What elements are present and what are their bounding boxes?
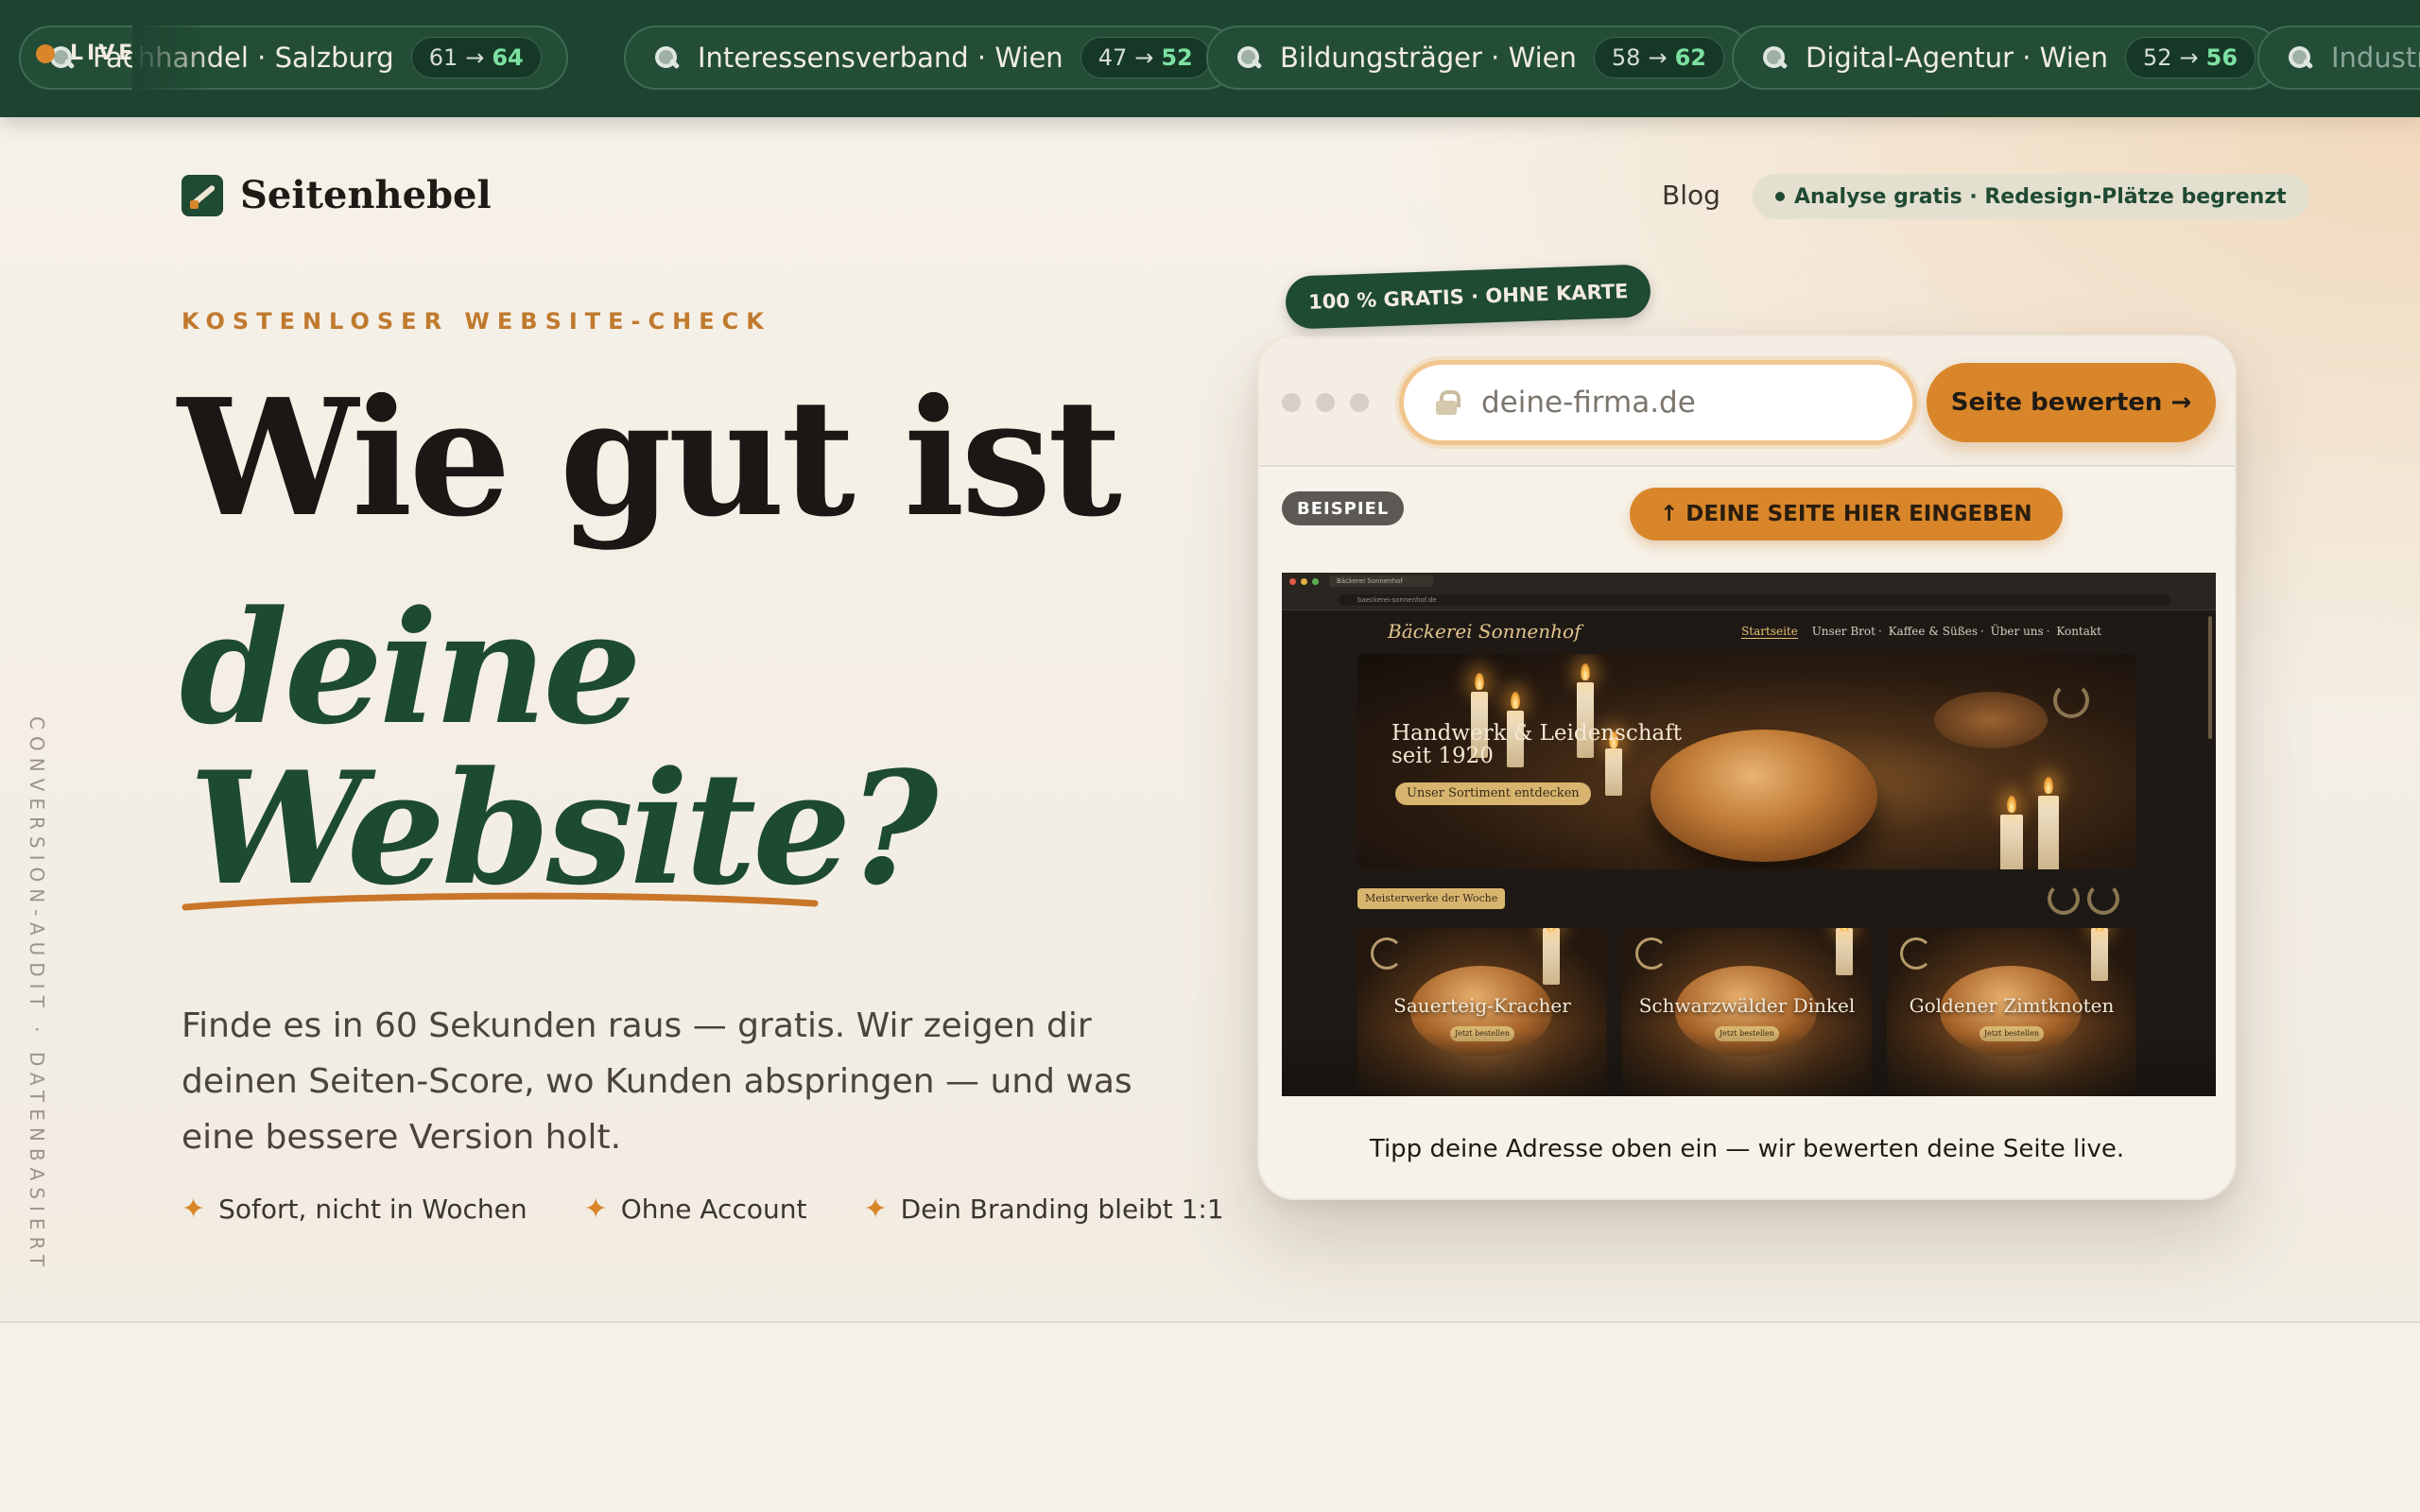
award-icon (2087, 883, 2119, 915)
example-site-preview: Bäckerei Sonnenhof baeckerei-sonnenhof.d… (1282, 573, 2216, 1096)
lock-icon (1436, 390, 1461, 415)
live-indicator: LIVE (36, 42, 136, 65)
search-icon (1235, 43, 1263, 72)
ticker-chip-name: Bildungsträger · Wien (1280, 42, 1577, 74)
award-icon (2053, 682, 2089, 718)
brand-logo-icon (182, 174, 223, 216)
score-change: 58 → 62 (1593, 37, 1724, 78)
score-change: 47 → 52 (1080, 37, 1211, 78)
hero-headline-line-3: Website? (189, 737, 939, 919)
enter-site-hint: ↑ DEINE SEITE HIER EINGEBEN (1630, 488, 2063, 541)
side-caption: CONVERSION-AUDIT · DATENBASIERT (26, 716, 48, 1274)
bread-image (1651, 730, 1877, 862)
availability-badge: Analyse gratis · Redesign-Plätze begrenz… (1753, 174, 2309, 219)
rate-site-button[interactable]: Seite bewerten → (1927, 363, 2216, 442)
preview-brand: Bäckerei Sonnenhof (1388, 620, 1582, 643)
score-change: 61 → 64 (410, 37, 542, 78)
url-input[interactable] (1479, 385, 1858, 421)
hero-subtitle: Finde es in 60 Sekunden raus — gratis. W… (182, 1006, 1132, 1157)
hero-eyebrow: KOSTENLOSER WEBSITE-CHECK (182, 308, 771, 335)
status-dot-icon (1775, 192, 1785, 201)
ticker-chip[interactable]: Bildungsträger · Wien 58 → 62 (1206, 26, 1751, 90)
url-field[interactable] (1399, 360, 1917, 445)
preview-hero-button: Unser Sortiment entdecken (1395, 782, 1591, 805)
analyzer-toolbar: Seite bewerten → (1259, 336, 2235, 467)
score-change: 52 → 56 (2125, 37, 2256, 78)
section-divider (0, 1321, 2420, 1323)
benefit-item: ✦ Sofort, nicht in Wochen (182, 1193, 527, 1226)
availability-badge-text: Analyse gratis · Redesign-Plätze begrenz… (1794, 184, 2287, 209)
live-label: LIVE (70, 42, 137, 65)
brand-logo[interactable]: Seitenhebel (182, 173, 492, 217)
preview-address: baeckerei-sonnenhof.de (1339, 594, 2170, 606)
sparkle-icon: ✦ (182, 1193, 206, 1226)
award-icon (2048, 883, 2080, 915)
headline-underline (182, 892, 819, 911)
ticker-chip[interactable]: Interessensverband · Wien 47 → 52 (624, 26, 1237, 90)
benefit-item: ✦ Dein Branding bleibt 1:1 (863, 1193, 1224, 1226)
sparkle-icon: ✦ (583, 1193, 608, 1226)
preview-nav: Startseite Unser Brot · Kaffee & Süßes · Ü… (1741, 625, 2101, 639)
hero-headline-line-2: deine (180, 576, 642, 759)
benefit-list: ✦ Sofort, nicht in Wochen ✦ Ohne Account ✦… (182, 1193, 1224, 1226)
benefit-item: ✦ Ohne Account (583, 1193, 807, 1226)
preview-scrollbar (2208, 616, 2212, 739)
award-icon (1635, 937, 1668, 970)
live-ticker: LIVE Fachhandel · Salzburg 61 → 64 Interes… (0, 0, 2420, 117)
ticker-chip-name: Interessensverband · Wien (698, 42, 1063, 74)
hero-headline-line-1: Wie gut ist (178, 364, 1122, 553)
award-icon (1371, 937, 1403, 970)
nav-link-blog[interactable]: Blog (1662, 180, 1720, 211)
search-icon (652, 43, 681, 72)
search-icon (1760, 43, 1789, 72)
analyzer-caption: Tipp deine Adresse oben ein — wir bewert… (1369, 1135, 2125, 1163)
preview-week-label: Meisterwerke der Woche (1357, 888, 1506, 909)
award-icon (1900, 937, 1932, 970)
preview-browser-chrome: Bäckerei Sonnenhof baeckerei-sonnenhof.d… (1282, 573, 2216, 610)
window-dots (1282, 393, 1369, 412)
analyzer-card: Seite bewerten → BEISPIEL ↑ DEINE SEITE … (1257, 335, 2237, 1200)
search-icon (2286, 43, 2314, 72)
brand-name: Seitenhebel (240, 173, 492, 217)
preview-hero-title: Handwerk & Leidenschaft seit 1920 (1392, 721, 1682, 768)
sparkle-icon: ✦ (863, 1193, 888, 1226)
ticker-chip-name: Industrie (2331, 42, 2420, 74)
ticker-chip[interactable]: Industrie (2257, 26, 2420, 90)
preview-hero: Handwerk & Leidenschaft seit 1920 Unser S… (1357, 654, 2136, 869)
live-dot-icon (36, 43, 55, 63)
ticker-chip-name: Digital-Agentur · Wien (1806, 42, 2108, 74)
example-badge: BEISPIEL (1282, 491, 1405, 525)
preview-tab: Bäckerei Sonnenhof (1329, 576, 1433, 587)
ticker-chip[interactable]: Digital-Agentur · Wien 52 → 56 (1732, 26, 2283, 90)
